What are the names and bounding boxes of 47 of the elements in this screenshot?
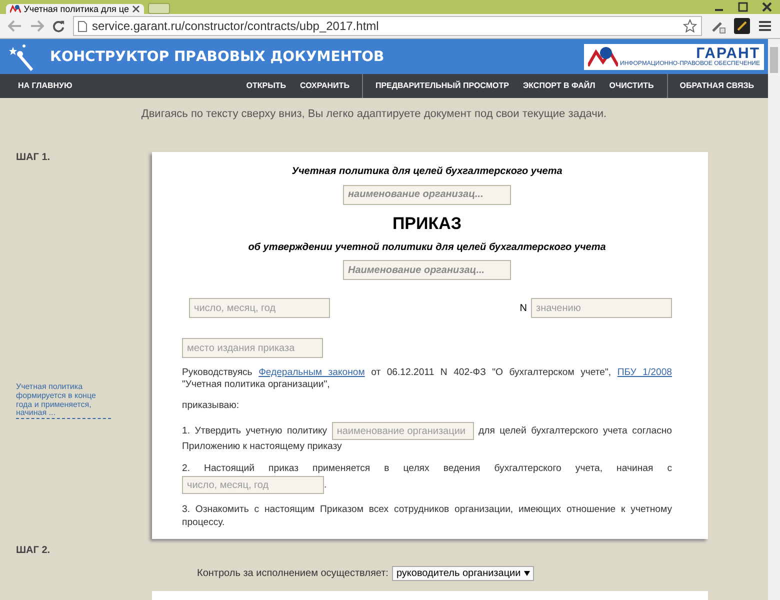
law-link[interactable]: ПБУ 1/2008 xyxy=(617,367,672,378)
dropdown-caret-icon xyxy=(524,571,530,576)
nav-link[interactable]: ОЧИСТИТЬ xyxy=(602,74,661,98)
number-field[interactable]: значению xyxy=(531,298,672,318)
organization-field[interactable]: наименование организац... xyxy=(343,184,511,204)
organization-field[interactable]: Наименование организац... xyxy=(343,260,511,280)
document-heading: Учетная политика для целей бухгалтерского учета xyxy=(290,166,564,177)
extension-icon[interactable] xyxy=(734,18,750,34)
document-title: ПРИКАЗ xyxy=(391,214,463,234)
inline-field[interactable]: наименование организации xyxy=(332,422,474,440)
law-link[interactable]: Федеральным законом xyxy=(258,367,365,378)
page-icon xyxy=(78,20,87,32)
favicon-icon xyxy=(10,4,21,14)
nav-link[interactable]: СОХРАНИТЬ xyxy=(293,74,356,98)
star-icon[interactable] xyxy=(683,19,697,33)
scrollbar-thumb[interactable] xyxy=(770,47,778,73)
order-item: 3. Ознакомить с настоящим Приказом всех сотрудников организации, имеющих отношение к учетному процессу. xyxy=(182,504,672,530)
document-subtitle: об утверждении учетной политики для целей бухгалтерского учета xyxy=(247,242,607,252)
close-icon[interactable] xyxy=(762,2,772,12)
inline-field[interactable]: число, месяц, год xyxy=(182,476,324,494)
nav-link[interactable]: ОТКРЫТЬ xyxy=(239,74,294,98)
number-label: N xyxy=(520,302,527,314)
close-icon[interactable] xyxy=(132,5,140,13)
logo-mark-icon xyxy=(588,46,618,68)
order-item: 1. Утвердить учетную политику наименование организации для целей бухгалтерского учета согласно Приложению к настоящему приказу xyxy=(182,421,672,454)
preamble-text: Руководствуясь Федеральным законом от 06.12.2011 N 402-ФЗ "О бухгалтерском учете", ПБУ 1/2008 "Учетная политика организации", xyxy=(182,367,672,392)
maximize-icon[interactable] xyxy=(738,2,748,12)
nav-link[interactable]: НА ГЛАВНУЮ xyxy=(0,74,80,98)
order-word: приказываю: xyxy=(182,400,240,412)
menu-icon[interactable] xyxy=(758,20,772,32)
responsible-dropdown[interactable]: руководитель организации xyxy=(392,566,534,582)
reload-icon[interactable] xyxy=(52,20,65,32)
intro-text: Двигаясь по тексту сверху вниз, Вы легко адаптируете документ под свои текущие задачи. xyxy=(140,108,608,120)
date-field[interactable]: число, месяц, год xyxy=(189,298,330,318)
nav-link[interactable]: ПРЕДВАРИТЕЛЬНЫЙ ПРОСМОТР xyxy=(362,74,516,98)
step-label: ШАГ 1. xyxy=(16,152,52,163)
address-field[interactable]: service.garant.ru/constructor/contracts/ubp_2017.html xyxy=(73,16,702,36)
control-label: Контроль за исполнением осуществляет: xyxy=(197,568,388,580)
step-label: ШАГ 2. xyxy=(16,545,52,556)
browser-tab[interactable]: Учетная политика для це xyxy=(6,4,144,14)
logo-text: ГАРАНТ xyxy=(696,46,760,60)
place-field[interactable]: место издания приказа xyxy=(182,338,323,358)
hint-link[interactable]: Учетная политика формируется в конце года и применяется, начиная ... xyxy=(16,383,111,420)
site-title: КОНСТРУКТОР ПРАВОВЫХ ДОКУМЕНТОВ xyxy=(50,48,386,64)
order-item: 2. Настоящий приказ применяется в целях ведения бухгалтерского учета, начиная с число, месяц, год . xyxy=(182,462,672,496)
nav-link[interactable]: ЭКСПОРТ В ФАЙЛ xyxy=(516,74,602,98)
scrollbar[interactable] xyxy=(768,39,780,600)
